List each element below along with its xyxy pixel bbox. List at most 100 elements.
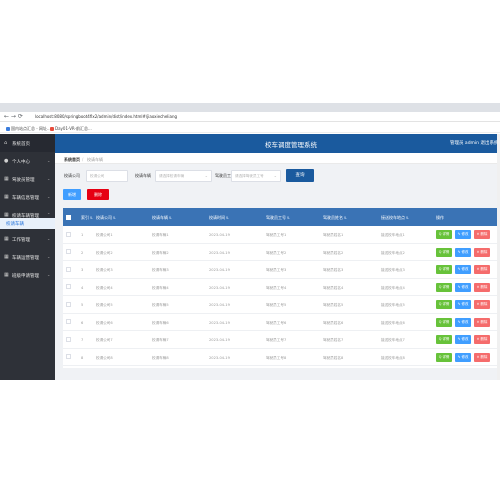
- detail-button[interactable]: Q 详情: [436, 282, 452, 292]
- row-checkbox[interactable]: [66, 301, 71, 307]
- table-row[interactable]: 3 校请公司3 校请车辆3 2023-04-19 驾驶员工号3 驾驶员姓名3 接送校车地点3…: [63, 261, 500, 279]
- row-checkbox[interactable]: [66, 354, 71, 359]
- edit-button[interactable]: ✎ 修改: [455, 335, 471, 344]
- table-row[interactable]: 2 校请公司2 校请车辆2 2023-04-19 驾驶员工号2 驾驶员姓名2 接送校车地点2…: [63, 243, 500, 261]
- column-header[interactable]: 驾驶员工号⇅: [266, 215, 290, 221]
- remove-button[interactable]: ✕ 删除: [474, 247, 490, 257]
- table-cell: 驾驶员工号1: [266, 233, 287, 237]
- detail-button[interactable]: Q 详情: [436, 230, 452, 239]
- table-cell: 2: [81, 250, 84, 255]
- search-form: 校请公司 校请公司 校请车辆 请选择校请车辆 ⌄ 驾驶员工号 请选择驾驶员工号 ⌄ …: [55, 164, 500, 186]
- table-row[interactable]: 4 校请公司4 校请车辆4 2023-04-19 驾驶员工号4 驾驶员姓名4 接送校车地点4…: [63, 278, 500, 296]
- edit-button[interactable]: ✎ 修改: [455, 300, 471, 309]
- edit-button[interactable]: ✎ 修改: [455, 265, 471, 274]
- row-checkbox[interactable]: [66, 284, 71, 289]
- column-header[interactable]: 校请时间⇅: [209, 215, 229, 221]
- query-button[interactable]: 查询: [286, 169, 314, 182]
- table-cell: 2023-04-19: [209, 285, 230, 290]
- table-cell: 校请公司1: [96, 233, 113, 237]
- table-cell: 驾驶员姓名3: [323, 268, 344, 272]
- row-checkbox[interactable]: [66, 319, 71, 324]
- table-cell: 驾驶员姓名7: [323, 338, 344, 342]
- sidebar-item-operations[interactable]: ▦ 车辆运营管理 ⌄: [0, 248, 55, 266]
- column-header[interactable]: 索引⇅: [81, 215, 93, 221]
- remove-button[interactable]: ✕ 删除: [474, 230, 490, 239]
- table-cell: 接送校车地点2: [381, 250, 405, 255]
- user-menu[interactable]: 管理员 admin 退出系统: [450, 140, 498, 146]
- search-vehicle-label: 校请车辆: [135, 173, 151, 178]
- table-row[interactable]: 6 校请公司6 校请车辆6 2023-04-19 驾驶员工号6 驾驶员姓名6 接送校车地点6…: [63, 313, 500, 331]
- edit-button[interactable]: ✎ 修改: [455, 247, 471, 257]
- home-icon: ⌂: [4, 140, 8, 146]
- delete-button[interactable]: 删除: [87, 189, 109, 200]
- sidebar-item-work[interactable]: ▦ 工作管理 ⌄: [0, 230, 55, 248]
- detail-button[interactable]: Q 详情: [436, 300, 452, 309]
- table-row[interactable]: 8 校请公司8 校请车辆8 2023-04-19 驾驶员工号8 驾驶员姓名8 接送校车地点8…: [63, 348, 500, 366]
- bookmark-item[interactable]: Day01-VR-前汇总...: [50, 126, 92, 132]
- browser-nav-icons[interactable]: ← → ⟳: [4, 113, 23, 120]
- sidebar-item-class-requests[interactable]: ▦ 班级申请管理 ⌄: [0, 266, 55, 284]
- sidebar-item-drivers[interactable]: ▦ 驾驶员管理 ⌄: [0, 170, 55, 188]
- remove-button[interactable]: ✕ 删除: [474, 352, 490, 362]
- row-checkbox[interactable]: [66, 336, 71, 342]
- sort-icon: ⇅: [287, 215, 290, 220]
- table-cell: 8: [81, 355, 84, 360]
- table-row[interactable]: 1 校请公司1 校请车辆1 2023-04-19 驾驶员工号1 驾驶员姓名1 接送校车地点1…: [63, 226, 500, 244]
- table-cell: 校请车辆7: [152, 338, 169, 342]
- table-cell: 驾驶员姓名1: [323, 233, 344, 237]
- row-checkbox[interactable]: [66, 249, 71, 254]
- table-cell: 接送校车地点1: [381, 233, 405, 237]
- table-cell: 校请车辆4: [152, 285, 169, 290]
- sidebar-item-home[interactable]: ⌂ 系统首页: [0, 134, 55, 152]
- column-header[interactable]: 接送校车地点⇅: [381, 215, 409, 221]
- edit-button[interactable]: ✎ 修改: [455, 352, 471, 362]
- chevron-down-icon: ⌄: [47, 236, 51, 241]
- sidebar-item-vehicle-info[interactable]: ▦ 车辆信息管理 ⌄: [0, 188, 55, 206]
- search-vehicle-select[interactable]: 请选择校请车辆 ⌄: [155, 170, 212, 182]
- search-company-label: 校请公司: [64, 173, 80, 178]
- detail-button[interactable]: Q 详情: [436, 265, 452, 274]
- grid-icon: ▦: [4, 194, 9, 200]
- edit-button[interactable]: ✎ 修改: [455, 230, 471, 239]
- detail-button[interactable]: Q 详情: [436, 317, 452, 327]
- data-table: 索引⇅ 校请公司⇅ 校请车辆⇅ 校请时间⇅ 驾驶员工号⇅ 驾驶员姓名⇅ 接送校车…: [63, 208, 500, 368]
- select-all-checkbox[interactable]: [66, 214, 71, 220]
- remove-button[interactable]: ✕ 删除: [474, 282, 490, 292]
- remove-button[interactable]: ✕ 删除: [474, 335, 490, 344]
- column-header[interactable]: 校请车辆⇅: [152, 215, 172, 221]
- browser-address-bar[interactable]: ← → ⟳ localhost:8080/springboot4fix2/adm…: [0, 112, 500, 122]
- table-row[interactable]: 7 校请公司7 校请车辆7 2023-04-19 驾驶员工号7 驾驶员姓名7 接送校车地点7…: [63, 331, 500, 349]
- remove-button[interactable]: ✕ 删除: [474, 317, 490, 327]
- table-row[interactable]: 5 校请公司5 校请车辆5 2023-04-19 驾驶员工号5 驾驶员姓名5 接送校车地点5…: [63, 296, 500, 314]
- table-cell: 校请公司2: [96, 250, 113, 255]
- edit-button[interactable]: ✎ 修改: [455, 317, 471, 327]
- address-url[interactable]: localhost:8080/springboot4fix2/admin/dis…: [35, 114, 177, 119]
- breadcrumb-home[interactable]: 系统首页: [64, 157, 80, 163]
- sidebar-subitem-school-vehicle[interactable]: 校请车辆: [0, 218, 55, 229]
- table-cell: 接送校车地点7: [381, 338, 405, 342]
- table-cell: 2023-04-19: [209, 355, 230, 360]
- detail-button[interactable]: Q 详情: [436, 335, 452, 344]
- chevron-down-icon: ⌄: [47, 272, 51, 277]
- remove-button[interactable]: ✕ 删除: [474, 265, 490, 274]
- table-cell: 校请公司4: [96, 285, 113, 290]
- add-button[interactable]: 新增: [63, 189, 81, 200]
- table-cell: 3: [81, 268, 84, 272]
- search-driver-select[interactable]: 请选择驾驶员工号 ⌄: [231, 170, 281, 182]
- row-checkbox[interactable]: [66, 266, 71, 272]
- sidebar-item-profile[interactable]: ● 个人中心 ⌄: [0, 152, 55, 170]
- detail-button[interactable]: Q 详情: [436, 247, 452, 257]
- search-company-input[interactable]: 校请公司: [86, 170, 128, 182]
- edit-button[interactable]: ✎ 修改: [455, 282, 471, 292]
- remove-button[interactable]: ✕ 删除: [474, 300, 490, 309]
- table-cell: 驾驶员姓名2: [323, 250, 344, 255]
- user-icon: ●: [4, 158, 9, 164]
- sort-icon: ⇅: [226, 215, 229, 220]
- bookmark-item[interactable]: 国内站点汇总 - 网址...: [6, 126, 51, 132]
- table-cell: 接送校车地点8: [381, 355, 405, 360]
- main-content: 校请公司 校请公司 校请车辆 请选择校请车辆 ⌄ 驾驶员工号 请选择驾驶员工号 ⌄ …: [55, 164, 500, 380]
- column-header[interactable]: 校请公司⇅: [96, 215, 116, 221]
- column-header[interactable]: 驾驶员姓名⇅: [323, 215, 347, 221]
- detail-button[interactable]: Q 详情: [436, 352, 452, 362]
- row-checkbox[interactable]: [66, 231, 71, 237]
